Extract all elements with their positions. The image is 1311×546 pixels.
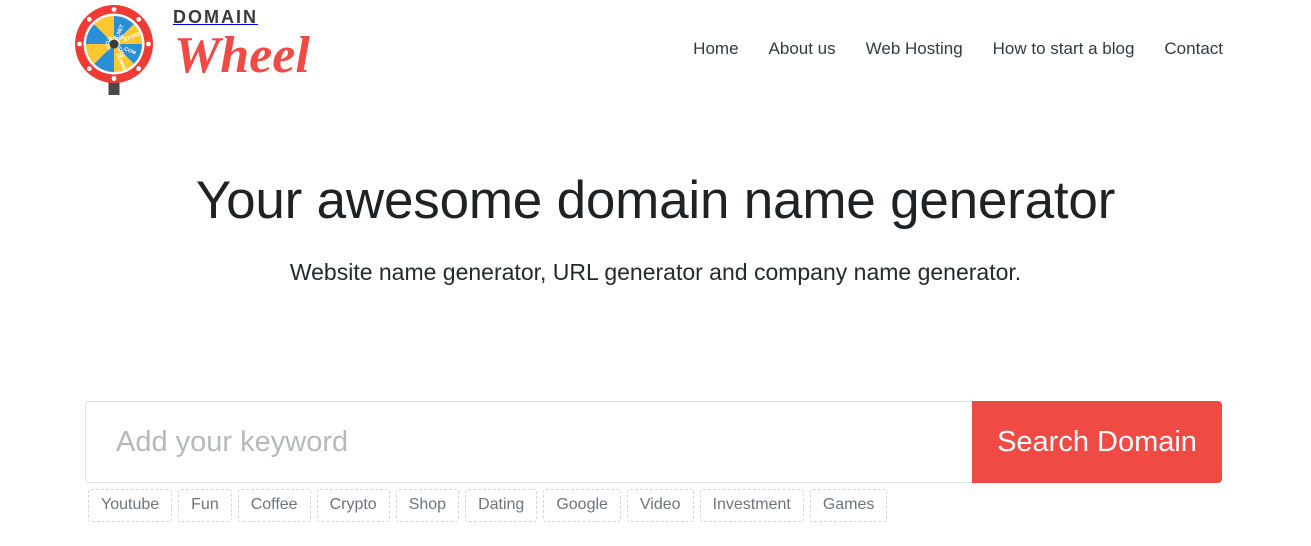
brand-wheel-script: Wheel xyxy=(173,28,355,84)
domain-search-area: Search Domain xyxy=(85,401,1222,483)
nav-item-contact[interactable]: Contact xyxy=(1149,36,1223,61)
brand-domain-text: DOMAIN xyxy=(173,7,258,27)
nav-item-about-us[interactable]: About us xyxy=(754,36,851,61)
tag-youtube[interactable]: Youtube xyxy=(88,489,173,522)
tag-coffee[interactable]: Coffee xyxy=(237,489,311,522)
page-title: Your awesome domain name generator xyxy=(195,171,1116,230)
tag-games[interactable]: Games xyxy=(809,489,888,522)
tag-shop[interactable]: Shop xyxy=(395,489,460,522)
svg-text:Wheel: Wheel xyxy=(174,28,310,84)
tag-google[interactable]: Google xyxy=(543,489,621,522)
brand-wordmark: DOMAIN Wheel xyxy=(173,8,355,84)
keyword-search-input[interactable] xyxy=(85,401,972,483)
nav-item-how-to-start-a-blog[interactable]: How to start a blog xyxy=(978,36,1150,61)
tag-dating[interactable]: Dating xyxy=(465,489,538,522)
main-navigation: Home About us Web Hosting How to start a… xyxy=(678,36,1223,61)
domain-wheel-logo-icon: .COM .SUMMIT .CI .ONLINE .INFO .WEBSITE … xyxy=(73,3,165,95)
brand-logo-link[interactable]: .COM .SUMMIT .CI .ONLINE .INFO .WEBSITE … xyxy=(73,3,355,95)
nav-item-web-hosting[interactable]: Web Hosting xyxy=(851,36,978,61)
tag-video[interactable]: Video xyxy=(626,489,694,522)
search-domain-button[interactable]: Search Domain xyxy=(972,401,1222,483)
suggested-keyword-tags: Youtube Fun Coffee Crypto Shop Dating Go… xyxy=(88,489,888,522)
site-header: .COM .SUMMIT .CI .ONLINE .INFO .WEBSITE … xyxy=(0,0,1311,98)
tag-investment[interactable]: Investment xyxy=(699,489,804,522)
hero-section: Your awesome domain name generator Websi… xyxy=(0,170,1311,287)
search-row: Search Domain xyxy=(85,401,1222,483)
page-root: .COM .SUMMIT .CI .ONLINE .INFO .WEBSITE … xyxy=(0,0,1311,546)
tag-crypto[interactable]: Crypto xyxy=(316,489,390,522)
tag-fun[interactable]: Fun xyxy=(178,489,232,522)
page-subtitle: Website name generator, URL generator an… xyxy=(289,258,1022,285)
nav-item-home[interactable]: Home xyxy=(678,36,753,61)
